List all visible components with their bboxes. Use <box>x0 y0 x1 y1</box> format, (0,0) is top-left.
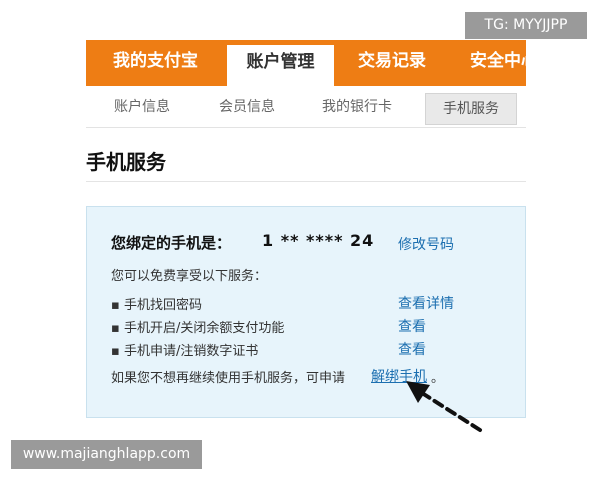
unbind-prompt: 如果您不想再继续使用手机服务，可申请 <box>111 371 346 386</box>
tab-my-alipay[interactable]: 我的支付宝 <box>113 40 198 86</box>
view-details-link[interactable]: 查看详情 <box>398 293 454 313</box>
service-text: 手机申请/注销数字证书 <box>123 344 259 359</box>
tab-security-center[interactable]: 安全中心 <box>470 40 526 86</box>
bound-phone-number: 1 ** **** 24 <box>262 231 375 250</box>
service-item: ▪ 手机找回密码 <box>111 294 202 313</box>
main-tab-bar: 我的支付宝 账户管理 交易记录 安全中心 <box>86 40 526 86</box>
watermark-tg: TG: MYYJJPP <box>465 12 587 39</box>
view-link[interactable]: 查看 <box>398 316 426 336</box>
bullet-icon: ▪ <box>111 298 120 313</box>
sub-navigation: 账户信息 会员信息 我的银行卡 手机服务 <box>86 86 526 128</box>
subnav-my-bank-cards[interactable]: 我的银行卡 <box>322 86 392 127</box>
title-divider <box>86 181 526 182</box>
bound-phone-label: 您绑定的手机是： <box>111 234 232 252</box>
page-title: 手机服务 <box>86 150 166 174</box>
services-intro: 您可以免费享受以下服务： <box>111 269 268 284</box>
subnav-mobile-service[interactable]: 手机服务 <box>425 93 517 125</box>
tab-account-management[interactable]: 账户管理 <box>227 45 334 86</box>
view-link[interactable]: 查看 <box>398 339 426 359</box>
tab-transaction-records[interactable]: 交易记录 <box>358 40 426 86</box>
subnav-member-info[interactable]: 会员信息 <box>219 86 275 127</box>
bullet-icon: ▪ <box>111 321 120 336</box>
modify-number-link[interactable]: 修改号码 <box>398 234 454 254</box>
service-item: ▪ 手机开启/关闭余额支付功能 <box>111 317 284 336</box>
service-text: 手机开启/关闭余额支付功能 <box>123 321 285 336</box>
service-item: ▪ 手机申请/注销数字证书 <box>111 340 258 359</box>
bullet-icon: ▪ <box>111 344 120 359</box>
subnav-account-info[interactable]: 账户信息 <box>114 86 170 127</box>
dashed-arrow-icon <box>406 381 482 432</box>
service-text: 手机找回密码 <box>123 298 202 313</box>
watermark-site: www.majianghlapp.com <box>11 440 202 469</box>
